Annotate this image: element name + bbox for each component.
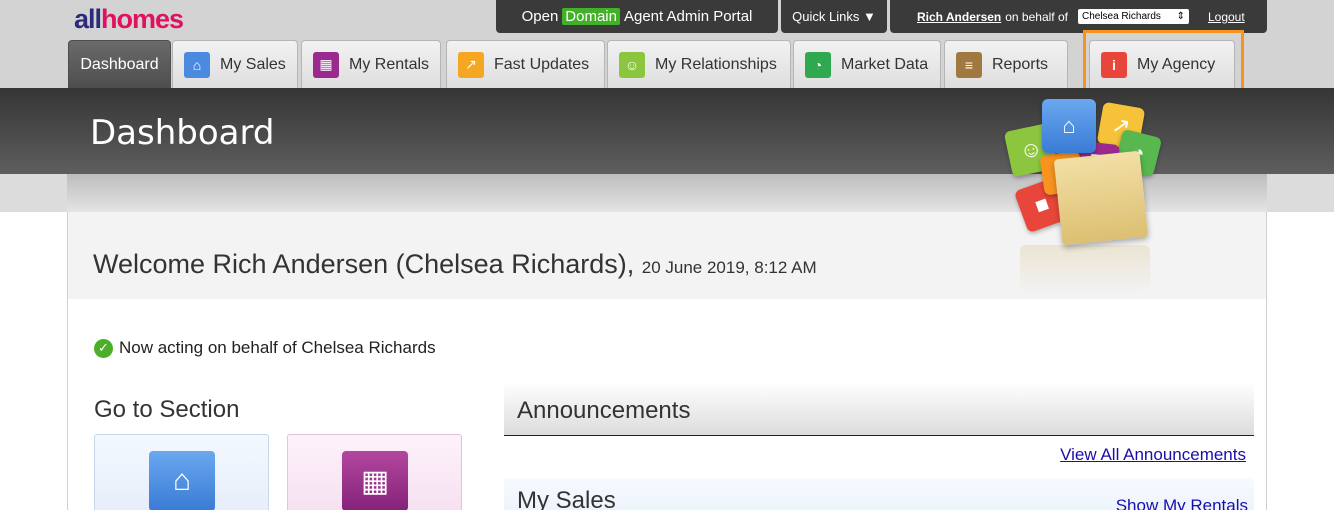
portal-open-text: Open [521,8,559,25]
logo-part-homes: homes [101,4,184,34]
check-icon: ✓ [94,338,113,358]
page-title: Dashboard [90,113,275,153]
arrow-icon: ↗ [458,51,484,78]
select-arrows-icon: ⇕ [1176,11,1185,22]
pie-icon: ◔ [805,51,831,78]
view-all-announcements-link[interactable]: View All Announcements [1060,445,1246,465]
agent-select-value: Chelsea Richards [1081,11,1161,22]
announcements-title: Announcements [517,397,691,424]
building-icon: ▦ [313,51,339,78]
tab-label: Reports [992,55,1049,73]
my-sales-header: My Sales Show My Rentals [504,478,1254,510]
tab-label: Fast Updates [494,55,590,73]
portal-title-bar: Open Domain Agent Admin Portal [496,0,778,33]
people-icon: ☺ [619,51,645,78]
announcements-header: Announcements [504,382,1254,436]
tab-reports[interactable]: ≡ Reports [944,40,1068,88]
building-icon: ▦ [342,451,408,510]
portal-title-text: Agent Admin Portal [623,8,753,25]
tab-my-rentals[interactable]: ▦ My Rentals [301,40,441,88]
tab-my-sales[interactable]: ⌂ My Sales [172,40,298,88]
tab-label: My Sales [220,55,286,73]
tab-dashboard[interactable]: Dashboard [68,40,171,88]
tab-my-relationships[interactable]: ☺ My Relationships [607,40,791,88]
portal-domain-badge: Domain [562,8,620,25]
page: { "logo": {"part1": "all", "part2": "hom… [0,0,1334,510]
section-card-my-sales[interactable]: ⌂ [94,434,269,510]
house-icon: ⌂ [149,451,215,510]
dashboard-illustration: ☺ ■ ↗ ◔ ✶ ▦ ⌂ [1000,95,1170,295]
show-my-rentals-link[interactable]: Show My Rentals [1116,496,1248,510]
tab-label: My Rentals [349,55,430,73]
tab-label: My Relationships [655,55,777,73]
tab-label: Dashboard [80,55,159,73]
report-icon: ≡ [956,51,982,78]
quick-links-button[interactable]: Quick Links ▼ [781,0,887,33]
behalf-notice: ✓ Now acting on behalf of Chelsea Richar… [94,338,436,358]
logout-link[interactable]: Logout [1208,10,1245,24]
welcome-date: 20 June 2019, 8:12 AM [641,258,817,277]
quick-links-label: Quick Links ▼ [792,9,876,24]
welcome-text: Welcome Rich Andersen (Chelsea Richards)… [93,249,635,279]
house-icon: ⌂ [184,51,210,78]
welcome-message: Welcome Rich Andersen (Chelsea Richards)… [93,249,817,280]
illustration-reflection [1020,245,1150,295]
my-agency-highlight-box [1083,30,1244,97]
house-icon: ⌂ [1042,99,1096,153]
notice-text: Now acting on behalf of Chelsea Richards [119,338,436,357]
tab-market-data[interactable]: ◔ Market Data [793,40,941,88]
goto-section-title: Go to Section [94,396,240,423]
folder-icon [1053,150,1149,246]
tab-fast-updates[interactable]: ↗ Fast Updates [446,40,605,88]
user-name-link[interactable]: Rich Andersen [917,10,1001,24]
my-sales-title: My Sales [517,487,616,510]
user-bar: Rich Andersen on behalf of Chelsea Richa… [890,0,1267,33]
on-behalf-text: on behalf of [1005,9,1068,24]
section-card-my-rentals[interactable]: ▦ [287,434,462,510]
agent-select[interactable]: Chelsea Richards ⇕ [1077,9,1189,24]
allhomes-logo[interactable]: allhomes [74,4,184,35]
tab-label: Market Data [841,55,929,73]
logo-part-all: all [74,4,102,34]
